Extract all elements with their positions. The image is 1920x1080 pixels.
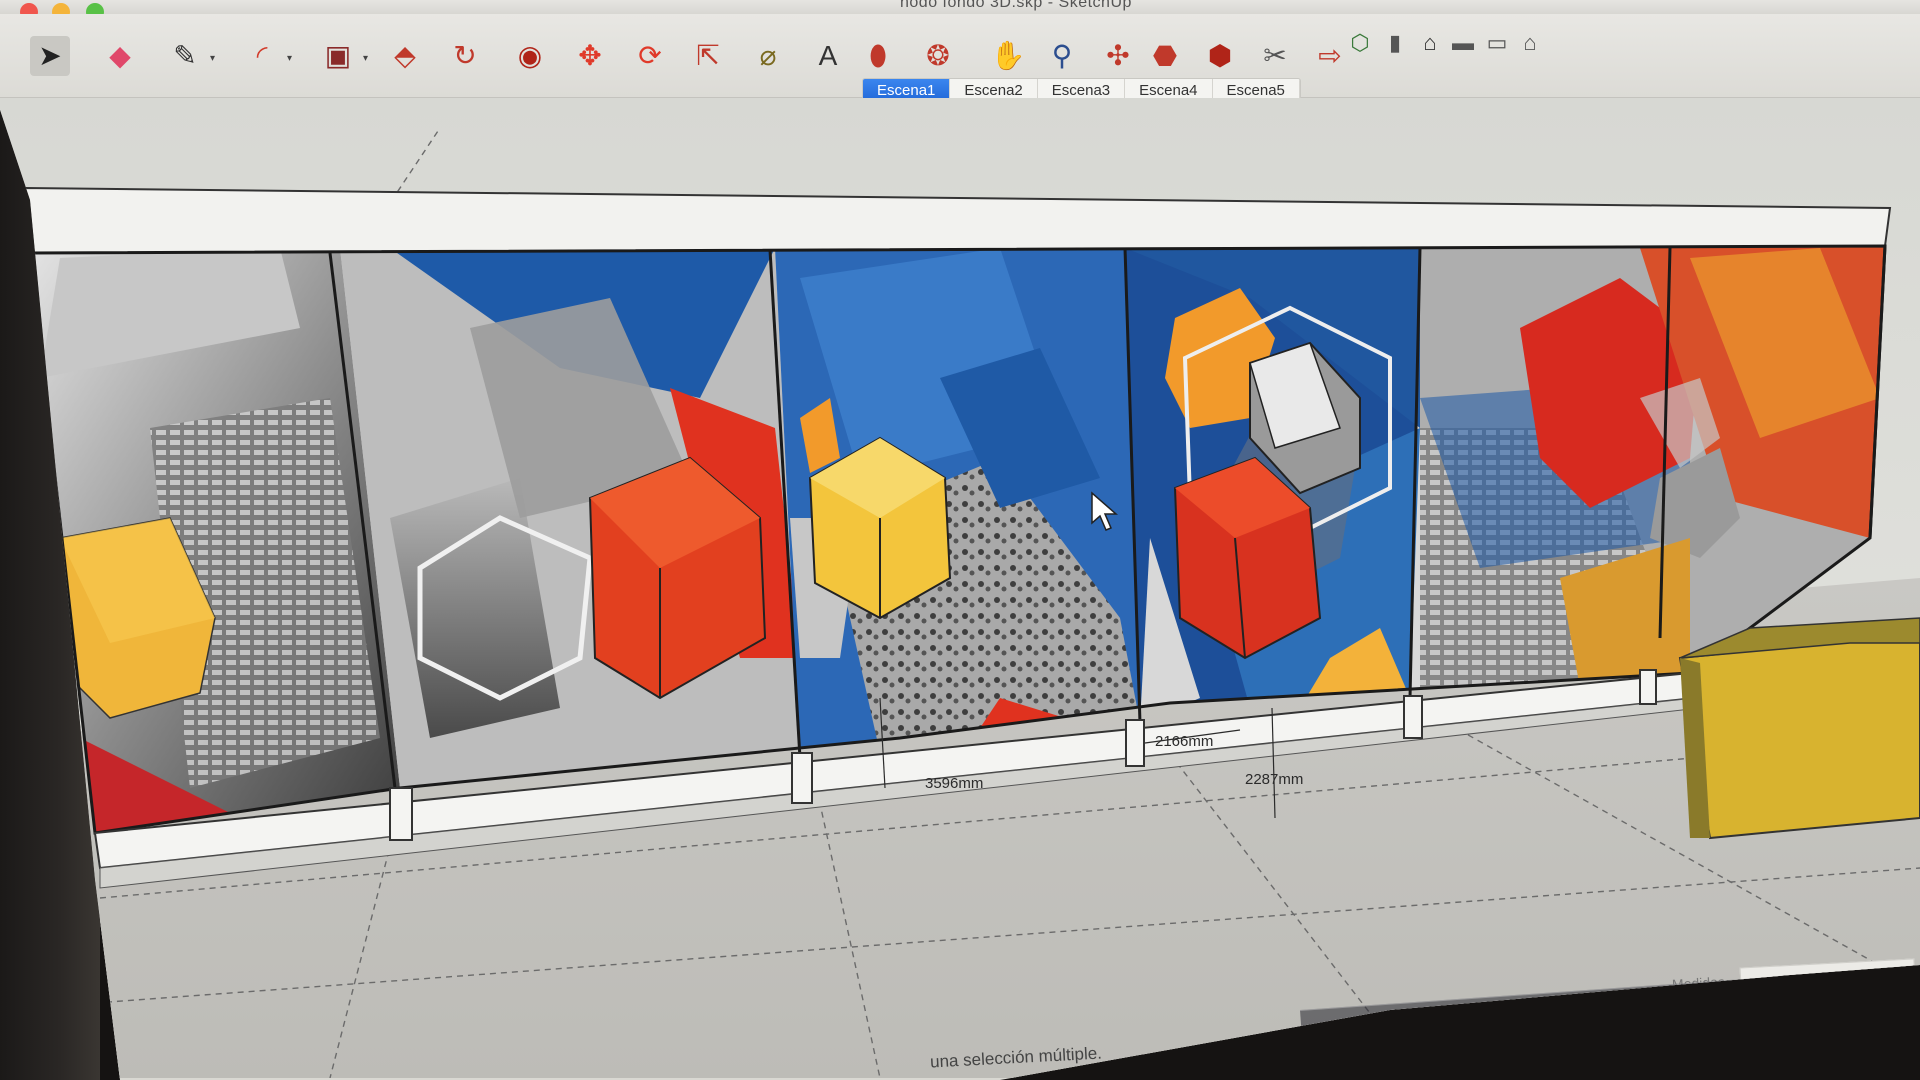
follow-me-tool[interactable]: ↻ <box>445 36 485 76</box>
export-icon: ⇨ <box>1318 40 1342 71</box>
mural-model[interactable]: 2166mm 2287mm 3596mm <box>0 98 1920 1078</box>
offset-icon: ◉ <box>517 40 543 71</box>
dock-app-photos[interactable] <box>1817 988 1859 1029</box>
arrow-cursor-icon: ➤ <box>38 40 62 71</box>
dropdown-arrow-icon[interactable]: ▾ <box>210 54 215 64</box>
section-tool[interactable]: ✂ <box>1255 36 1295 76</box>
dimension-length-label: 3596mm <box>925 775 983 792</box>
dock-app-safari[interactable] <box>1468 1012 1510 1054</box>
section-icon: ✂ <box>1263 40 1287 71</box>
dock-app-purple[interactable] <box>1568 1005 1610 1047</box>
paint-bucket-icon: ⬮ <box>869 40 887 71</box>
dock-app-spotify[interactable] <box>1418 1016 1460 1057</box>
dock-app-grey[interactable] <box>1618 1002 1659 1043</box>
follow-me-icon: ↻ <box>453 40 477 71</box>
tape-measure-icon: ⌀ <box>759 40 777 71</box>
dimension-width-label: 2166mm <box>1155 733 1213 750</box>
rotate-icon: ⟳ <box>638 40 662 71</box>
dropdown-arrow-icon[interactable]: ▾ <box>363 54 368 64</box>
hand-icon: ✋ <box>990 40 1026 71</box>
offset-tool[interactable]: ◉ <box>510 36 550 76</box>
house-outline-icon: ⌂ <box>1523 30 1537 55</box>
dock-app-illustrator[interactable]: Ai <box>1668 998 1709 1040</box>
iso-view[interactable]: ⬡ <box>1345 28 1375 58</box>
front-view[interactable]: ⌂ <box>1415 28 1445 58</box>
extension-tool[interactable]: ⬢ <box>1200 36 1240 76</box>
scale-tool[interactable]: ⇱ <box>688 36 728 76</box>
push-pull-icon: ⬘ <box>394 40 416 71</box>
tape-measure-tool[interactable]: ⌀ <box>748 36 788 76</box>
export-tool[interactable]: ⇨ <box>1310 36 1350 76</box>
text-icon: A <box>818 40 838 71</box>
illustrator-icon: Ai <box>1677 1006 1700 1031</box>
left-view[interactable]: ⌂ <box>1515 28 1545 58</box>
rotate-tool[interactable]: ⟳ <box>630 36 670 76</box>
magnifier-icon: ⚲ <box>1051 40 1073 71</box>
right-view[interactable]: ▬ <box>1448 28 1478 58</box>
pan-tool[interactable]: ✋ <box>988 36 1028 76</box>
dock-app-acrobat[interactable] <box>1718 995 1759 1036</box>
dock-app-red[interactable] <box>1319 1023 1360 1064</box>
rectangle-tool[interactable]: ▣ ▾ <box>318 36 368 76</box>
dropdown-arrow-icon[interactable]: ▾ <box>287 54 292 64</box>
home-icon: ⌂ <box>1423 30 1437 55</box>
dimension-height-label: 2287mm <box>1245 771 1303 788</box>
arc-icon: ◜ <box>256 40 268 71</box>
title-bar: nodo fondo 3D.skp - SketchUp <box>0 0 1920 21</box>
push-pull-tool[interactable]: ⬘ <box>385 36 425 76</box>
top-view[interactable]: ▮ <box>1380 28 1410 58</box>
pencil-icon: ✎ <box>173 40 197 71</box>
dock-app-preview[interactable] <box>1768 991 1809 1033</box>
rectangle-icon: ▣ <box>324 40 352 71</box>
dock-app-sketchup[interactable] <box>1369 1019 1410 1061</box>
back-view[interactable]: ▭ <box>1482 28 1512 58</box>
scale-icon: ⇱ <box>696 40 720 71</box>
monitor-screen: nodo fondo 3D.skp - SketchUp ➤ ◆ ✎ ▾ ◜ ▾ ▣ ▾ ⬘ ↻ ◉… <box>0 0 1920 1080</box>
zoom-tool[interactable]: ⚲ <box>1042 36 1082 76</box>
text-tool[interactable]: A <box>808 36 848 76</box>
dock-app-sketchup-2[interactable] <box>1518 1009 1560 1050</box>
zoom-extents-tool[interactable]: ✣ <box>1098 36 1138 76</box>
warehouse-icon: ⬣ <box>1152 40 1178 71</box>
dock-trash[interactable] <box>1867 984 1909 1026</box>
orbit-tool[interactable]: ❂ <box>918 36 958 76</box>
pencil-tool[interactable]: ✎ ▾ <box>165 36 215 76</box>
paint-bucket-tool[interactable]: ⬮ <box>858 36 898 76</box>
eraser-icon: ◆ <box>109 40 131 71</box>
orbit-icon: ❂ <box>926 40 950 71</box>
model-viewport[interactable]: 2166mm 2287mm 3596mm <box>0 98 1920 1078</box>
back-view-icon: ▭ <box>1486 30 1508 55</box>
top-view-icon: ▮ <box>1388 30 1402 55</box>
eraser-tool[interactable]: ◆ <box>100 36 140 76</box>
select-tool[interactable]: ➤ <box>30 36 70 76</box>
extension-icon: ⬢ <box>1207 40 1233 71</box>
zoom-extents-icon: ✣ <box>1106 40 1130 71</box>
window-title: nodo fondo 3D.skp - SketchUp <box>900 0 1132 11</box>
warehouse-tool[interactable]: ⬣ <box>1145 36 1185 76</box>
arc-tool[interactable]: ◜ ▾ <box>242 36 292 76</box>
right-view-icon: ▬ <box>1452 30 1474 55</box>
iso-view-icon: ⬡ <box>1350 30 1370 55</box>
move-icon: ✥ <box>578 40 602 71</box>
move-tool[interactable]: ✥ <box>570 36 610 76</box>
